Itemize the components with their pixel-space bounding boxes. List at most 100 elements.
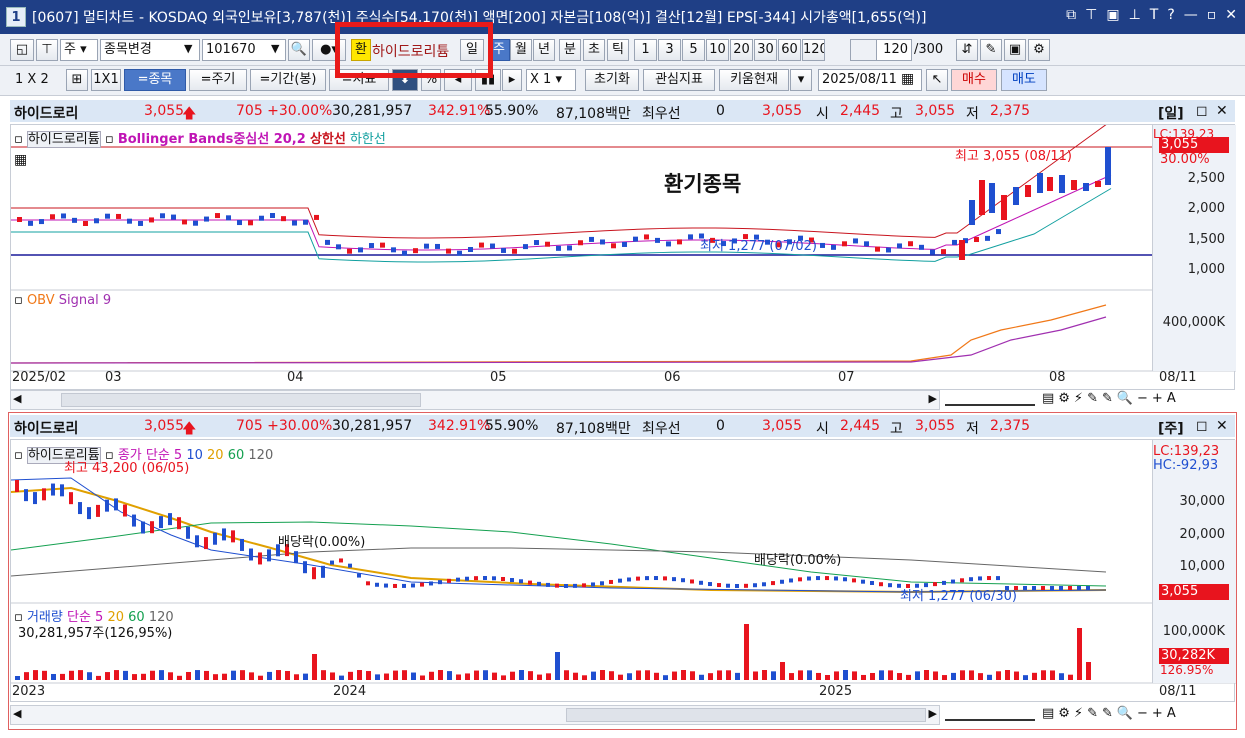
highlight-box — [335, 22, 493, 78]
reset-button[interactable]: 초기화 — [585, 69, 639, 91]
top-high-note: 최고 3,055 (08/11) — [955, 149, 1073, 164]
copy-icon[interactable]: ▣ — [1106, 7, 1119, 23]
tool-icon[interactable]: ✎ — [980, 39, 1002, 61]
candle — [780, 579, 784, 584]
kiwoom-current-button[interactable]: 키움현재 — [719, 69, 789, 91]
save-window-icon[interactable]: ⊥ — [1129, 7, 1141, 23]
low-label: 저 — [966, 421, 979, 437]
scroll-right-icon[interactable]: ▶ — [929, 707, 937, 720]
compare-icon[interactable]: ⇵ — [956, 39, 978, 61]
interval-1[interactable]: 1 — [634, 39, 657, 61]
period-type-select[interactable]: 주 ▾ — [60, 39, 98, 61]
buy-button[interactable]: 매수 — [951, 69, 997, 91]
interval-20[interactable]: 20 — [730, 39, 753, 61]
interval-60[interactable]: 60 — [778, 39, 801, 61]
period-second[interactable]: 초 — [583, 39, 605, 61]
close-icon[interactable]: ✕ — [1225, 7, 1237, 23]
legend-stock-name[interactable]: 하이드로리튬 — [26, 131, 101, 148]
candle — [474, 576, 478, 581]
candle — [919, 244, 924, 250]
dropdown-icon[interactable]: ▼ — [184, 42, 192, 55]
multiplier-select[interactable]: X 1 ▾ — [526, 69, 576, 91]
restore-icon[interactable]: ◻ — [1196, 103, 1208, 119]
layout-icon[interactable]: ◱ — [10, 39, 34, 61]
volume-bar — [384, 673, 389, 680]
top-scroll-thumb[interactable] — [61, 393, 421, 407]
interest-indicator-button[interactable]: 관심지표 — [643, 69, 715, 91]
top-chart-tools[interactable]: ▤⚙⚡✎✎🔍−+A — [1042, 391, 1180, 406]
candle — [366, 581, 370, 586]
interval-10[interactable]: 10 — [706, 39, 729, 61]
volume-bar — [708, 673, 713, 680]
count-input[interactable]: 120 — [876, 39, 912, 61]
gear-icon[interactable]: ⚙ — [1028, 39, 1050, 61]
period-month[interactable]: 월 — [510, 39, 532, 61]
calendar-icon[interactable]: ▦ — [901, 71, 914, 87]
table-icon[interactable]: ▦ — [14, 152, 27, 168]
candle — [523, 244, 528, 250]
maximize-icon[interactable]: ▫ — [1207, 7, 1217, 23]
save-icon[interactable]: ▣ — [1004, 39, 1026, 61]
period-year[interactable]: 년 — [533, 39, 555, 61]
candle — [105, 213, 110, 219]
bottom-lc-label: LC:139,23 — [1153, 444, 1220, 459]
candle — [1059, 175, 1065, 193]
zoom-slider[interactable] — [945, 392, 1035, 406]
bottom-scrollbar[interactable]: ◀ ▶ — [10, 705, 940, 725]
interval-5[interactable]: 5 — [682, 39, 705, 61]
bottom-chart-tools[interactable]: ▤⚙⚡✎✎🔍−+A — [1042, 706, 1180, 721]
candle — [1077, 586, 1081, 590]
scroll-left-icon[interactable]: ◀ — [13, 392, 21, 405]
layout-1x2[interactable]: 1 X 2 — [15, 72, 49, 87]
bottom-scroll-thumb[interactable] — [566, 708, 926, 722]
interval-30[interactable]: 30 — [754, 39, 777, 61]
candle — [490, 243, 495, 249]
volume-bar — [690, 671, 695, 680]
scroll-left-icon[interactable]: ◀ — [13, 707, 21, 720]
link-icon[interactable]: ⧉ — [1066, 7, 1076, 23]
grid-icon[interactable]: ⊞ — [66, 69, 88, 91]
candle — [215, 213, 220, 219]
code-dropdown-icon[interactable]: ▼ — [271, 42, 279, 55]
volume-bar — [231, 670, 236, 680]
pin-icon[interactable]: ⊤ — [1085, 7, 1097, 23]
by-stock-button[interactable]: =종목 — [124, 69, 186, 91]
text-icon[interactable]: T — [1150, 7, 1159, 23]
by-range-button[interactable]: =기간(봉) — [250, 69, 326, 91]
volume-bar — [177, 675, 182, 680]
by-period-button[interactable]: =주기 — [189, 69, 247, 91]
candle — [114, 498, 118, 511]
zoom-slider[interactable] — [945, 707, 1035, 721]
interval-3[interactable]: 3 — [658, 39, 681, 61]
dividend-note-1: 배당락(0.00%) — [278, 535, 366, 550]
cursor-icon[interactable]: ↖ — [926, 69, 948, 91]
bollinger-mid-line — [11, 174, 1112, 251]
volume-bar — [204, 670, 209, 680]
scroll-right-icon[interactable]: ▶ — [929, 392, 937, 405]
pin-tool-icon[interactable]: ⊤ — [36, 39, 58, 61]
top-scrollbar[interactable]: ◀ ▶ — [10, 390, 940, 410]
next-icon[interactable]: ▸ — [502, 69, 522, 91]
candle — [1071, 180, 1077, 190]
volume-bar — [780, 662, 785, 680]
candle — [240, 538, 244, 551]
layout-1x1[interactable]: 1X1 — [91, 69, 121, 91]
candle — [492, 576, 496, 581]
low-price: 2,375 — [990, 418, 1031, 434]
close-chart-icon[interactable]: ✕ — [1216, 103, 1228, 119]
candle — [930, 249, 935, 255]
candle — [292, 220, 297, 226]
minimize-icon[interactable]: — — [1184, 7, 1198, 23]
help-icon[interactable]: ? — [1167, 7, 1174, 23]
interval-120[interactable]: 120 — [802, 39, 825, 61]
period-minute[interactable]: 분 — [559, 39, 581, 61]
candle — [96, 504, 100, 517]
candle — [1047, 177, 1053, 191]
period-tick[interactable]: 틱 — [607, 39, 629, 61]
close-chart-icon[interactable]: ✕ — [1216, 418, 1228, 434]
kiwoom-dropdown-icon[interactable]: ▾ — [790, 69, 812, 91]
candle — [726, 583, 730, 588]
search-icon[interactable]: 🔍 — [288, 39, 310, 61]
restore-icon[interactable]: ◻ — [1196, 418, 1208, 434]
sell-button[interactable]: 매도 — [1001, 69, 1047, 91]
